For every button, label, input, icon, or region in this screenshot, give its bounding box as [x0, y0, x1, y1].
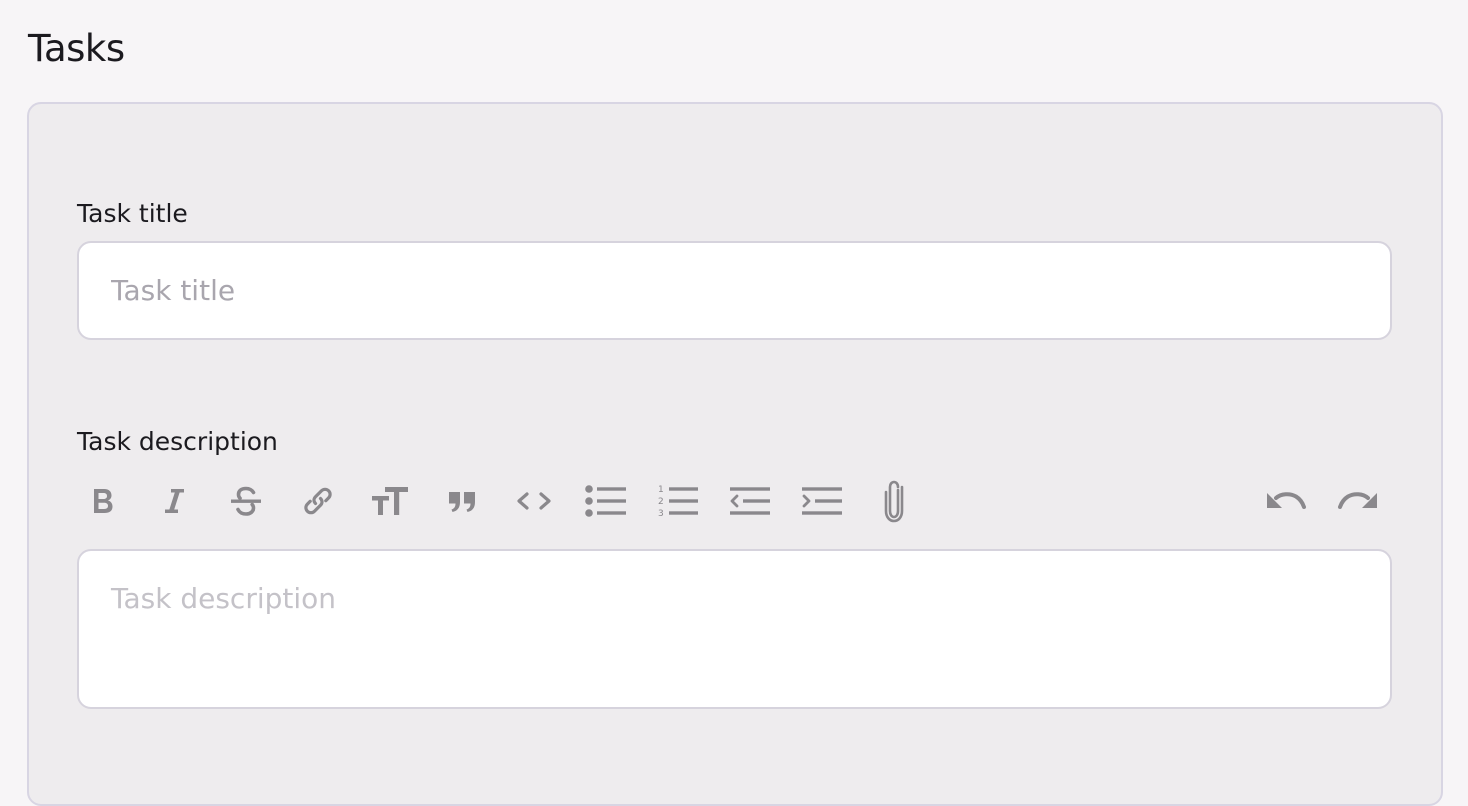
strikethrough-icon [231, 486, 261, 516]
svg-text:3: 3 [658, 509, 664, 519]
bold-button[interactable] [77, 476, 127, 526]
heading-button[interactable] [365, 476, 415, 526]
task-description-label: Task description [77, 427, 278, 456]
task-title-label: Task title [77, 199, 188, 228]
task-title-input[interactable] [77, 241, 1392, 340]
svg-text:1: 1 [658, 485, 664, 495]
italic-icon [165, 489, 184, 513]
indent-button[interactable] [797, 476, 847, 526]
indent-icon [802, 487, 842, 515]
outdent-icon [730, 487, 770, 515]
redo-icon [1338, 492, 1377, 509]
attach-button[interactable] [869, 476, 919, 526]
task-form-card: Task title Task description [27, 102, 1443, 806]
heading-icon [372, 487, 408, 515]
undo-button[interactable] [1261, 476, 1311, 526]
bullet-list-button[interactable] [581, 476, 631, 526]
task-description-editor[interactable]: Task description [77, 549, 1392, 709]
undo-icon [1267, 492, 1306, 509]
strikethrough-button[interactable] [221, 476, 271, 526]
quote-icon [449, 492, 475, 512]
italic-button[interactable] [149, 476, 199, 526]
numbered-list-button[interactable]: 1 2 3 [653, 476, 703, 526]
redo-button[interactable] [1333, 476, 1383, 526]
numbered-list-icon: 1 2 3 [658, 485, 698, 519]
link-button[interactable] [293, 476, 343, 526]
outdent-button[interactable] [725, 476, 775, 526]
bullet-list-icon [585, 485, 626, 517]
attach-icon [884, 480, 904, 523]
page-title: Tasks [28, 27, 125, 70]
svg-text:2: 2 [658, 497, 664, 507]
quote-button[interactable] [437, 476, 487, 526]
editor-toolbar: 1 2 3 [77, 476, 1392, 526]
link-icon [304, 487, 332, 515]
code-icon [517, 492, 551, 510]
bold-icon [94, 489, 113, 513]
code-button[interactable] [509, 476, 559, 526]
task-description-placeholder: Task description [111, 582, 337, 615]
